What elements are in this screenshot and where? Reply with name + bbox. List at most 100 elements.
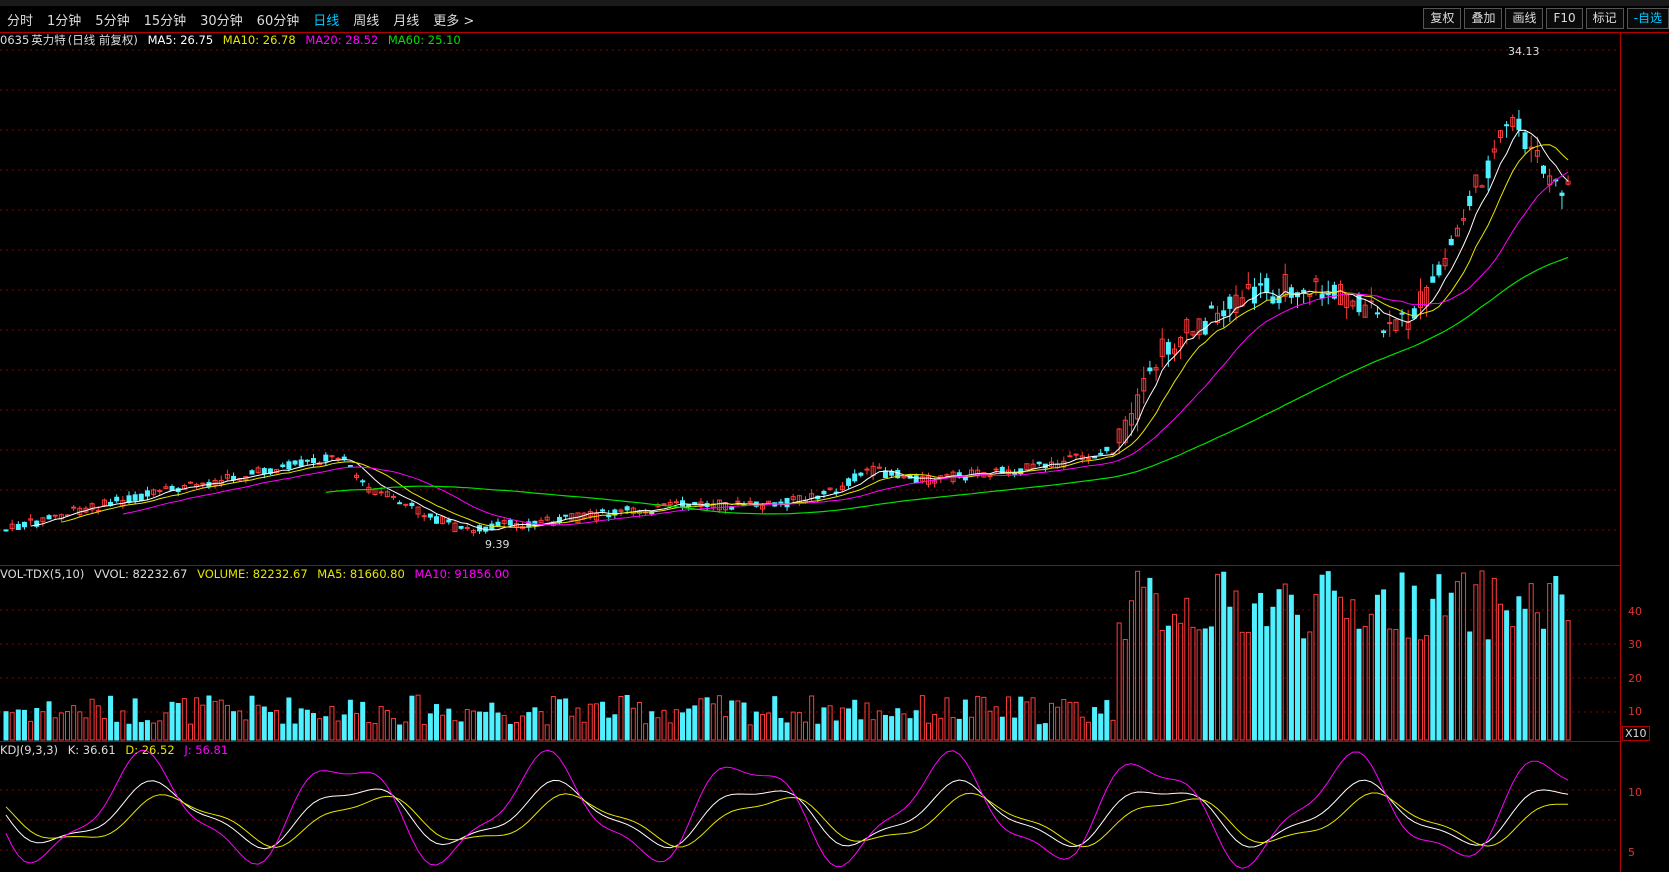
stock-name: 英力特 bbox=[31, 33, 66, 47]
volume-bar bbox=[1098, 713, 1104, 741]
volume-bar bbox=[1485, 639, 1491, 741]
volume-bar bbox=[501, 714, 507, 741]
volume-bar bbox=[483, 711, 489, 741]
kline-chart-canvas[interactable] bbox=[0, 0, 1669, 872]
volume-bar bbox=[3, 711, 9, 741]
volume-bar bbox=[1233, 590, 1239, 741]
volume-bar bbox=[1411, 585, 1417, 741]
vvol-value: VVOL: 82232.67 bbox=[94, 567, 188, 581]
volume-bar bbox=[144, 720, 150, 741]
volume-bar bbox=[224, 704, 230, 741]
volume-bar bbox=[1128, 600, 1134, 741]
candle-body bbox=[784, 497, 790, 508]
volume-bar bbox=[1541, 628, 1546, 741]
candle-body bbox=[1522, 132, 1528, 150]
volume-value: VOLUME: 82232.67 bbox=[197, 567, 308, 581]
candle-body bbox=[1208, 305, 1214, 309]
candle-body bbox=[46, 515, 52, 520]
volume-bar bbox=[1005, 696, 1011, 741]
low-price-label: 9.39 bbox=[485, 538, 510, 551]
volume-bar bbox=[661, 709, 667, 741]
volume-bar bbox=[1374, 594, 1380, 741]
volume-bar bbox=[1165, 625, 1171, 741]
volume-bar bbox=[421, 723, 427, 741]
volume-ma5-value: MA5: 81660.80 bbox=[317, 567, 405, 581]
volume-bar bbox=[612, 714, 618, 741]
volume-bar bbox=[1362, 625, 1368, 741]
volume-bar bbox=[274, 709, 280, 741]
volume-bar bbox=[1319, 574, 1325, 741]
volume-axis-10: 10 bbox=[1628, 705, 1642, 718]
candle-body bbox=[846, 478, 852, 486]
volume-bar bbox=[630, 707, 636, 741]
volume-bar bbox=[1276, 589, 1282, 741]
candle-body bbox=[1325, 293, 1331, 296]
volume-bar bbox=[261, 706, 267, 741]
volume-bar bbox=[895, 708, 901, 741]
volume-bar bbox=[956, 718, 962, 741]
volume-bar bbox=[926, 722, 931, 741]
volume-bar bbox=[772, 696, 778, 741]
volume-bar bbox=[1067, 701, 1073, 741]
volume-bar bbox=[704, 697, 710, 741]
volume-bar bbox=[1491, 577, 1497, 741]
candle-body bbox=[378, 491, 384, 494]
candle-body bbox=[624, 506, 630, 511]
volume-bar bbox=[52, 717, 58, 741]
candle-body bbox=[427, 513, 433, 518]
volume-bar bbox=[280, 723, 286, 741]
volume-bar bbox=[249, 695, 255, 741]
ma20-value: MA20: 28.52 bbox=[305, 33, 379, 47]
volume-bar bbox=[950, 717, 956, 741]
volume-bar bbox=[624, 694, 630, 741]
volume-bar bbox=[292, 723, 298, 741]
volume-bar bbox=[304, 709, 310, 741]
volume-ma10-value: MA10: 91856.00 bbox=[414, 567, 510, 581]
kdj-j-line bbox=[5, 749, 1569, 869]
volume-bar bbox=[323, 716, 329, 741]
kdj-axis-10: 10 bbox=[1628, 786, 1642, 799]
volume-bar bbox=[138, 722, 144, 741]
volume-bar bbox=[581, 721, 587, 741]
candle-body bbox=[1098, 452, 1104, 455]
volume-bar bbox=[741, 702, 747, 741]
volume-bar bbox=[77, 711, 83, 741]
volume-bar bbox=[686, 708, 692, 741]
volume-axis-30: 30 bbox=[1628, 638, 1642, 651]
candle-body bbox=[3, 529, 9, 532]
volume-bar bbox=[870, 719, 876, 741]
kdj-axis-5: 5 bbox=[1628, 846, 1635, 859]
volume-bar bbox=[83, 717, 89, 741]
volume-bar bbox=[815, 723, 821, 741]
volume-bar bbox=[1221, 571, 1227, 741]
ma20-line bbox=[122, 171, 1569, 526]
volume-bar bbox=[1454, 581, 1460, 741]
candle-body bbox=[821, 490, 827, 495]
volume-bar bbox=[237, 710, 243, 741]
volume-bar bbox=[1479, 570, 1485, 741]
candle-body bbox=[114, 496, 120, 502]
candle-body bbox=[21, 521, 27, 528]
volume-bar bbox=[446, 708, 452, 741]
candle-body bbox=[390, 495, 396, 498]
volume-bar bbox=[1245, 631, 1251, 741]
volume-bar bbox=[513, 721, 519, 741]
volume-bar bbox=[618, 696, 624, 741]
ma60-value: MA60: 25.10 bbox=[387, 33, 461, 47]
volume-bar bbox=[46, 701, 52, 741]
volume-bar bbox=[889, 716, 895, 741]
volume-bar bbox=[169, 701, 175, 741]
candle-body bbox=[292, 460, 298, 465]
volume-bar bbox=[975, 695, 981, 741]
candle-body bbox=[335, 457, 341, 460]
volume-bar bbox=[1104, 700, 1110, 741]
volume-bar bbox=[366, 721, 372, 741]
volume-bar bbox=[427, 713, 433, 741]
candle-body bbox=[1104, 446, 1110, 452]
volume-bar bbox=[655, 717, 661, 741]
candle-body bbox=[1319, 293, 1325, 299]
candle-body bbox=[661, 503, 667, 506]
volume-bar bbox=[58, 712, 64, 741]
volume-bar bbox=[1030, 697, 1036, 741]
candle-body bbox=[1485, 160, 1491, 179]
